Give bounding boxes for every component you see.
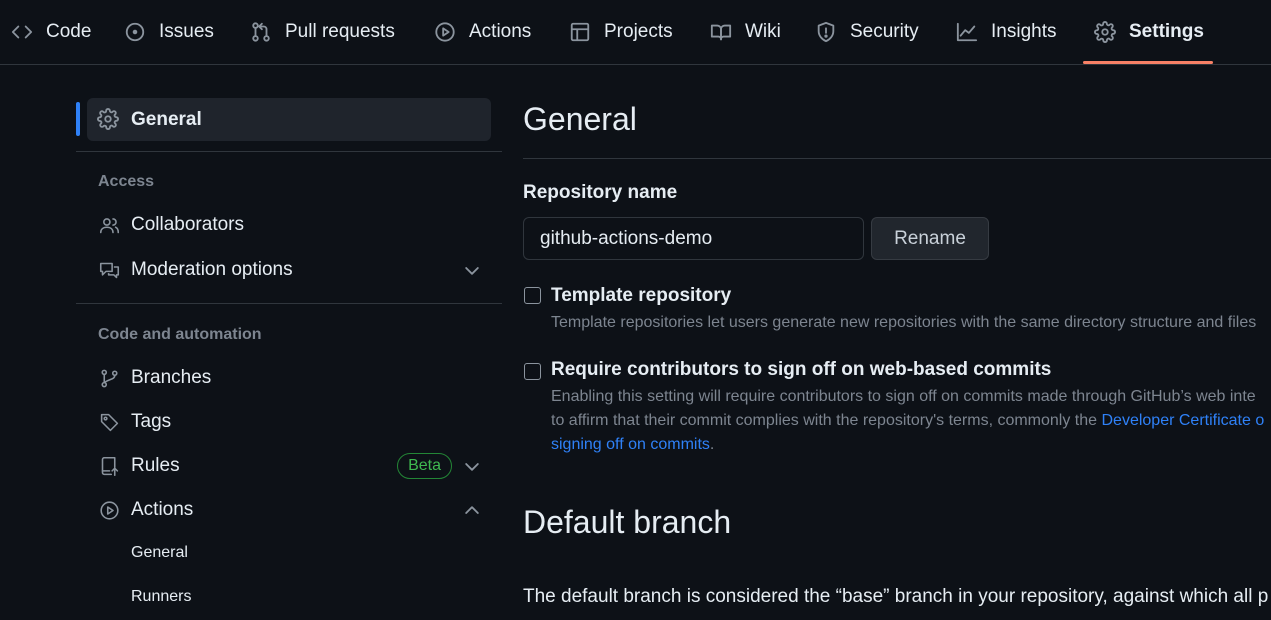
sidebar-item-branches-label: Branches <box>131 367 212 388</box>
tab-pull-requests[interactable]: Pull requests <box>249 0 395 64</box>
issue-opened-icon <box>123 20 147 44</box>
tab-issues[interactable]: Issues <box>123 0 214 64</box>
sidebar-divider <box>76 151 502 152</box>
sidebar-item-branches[interactable]: Branches <box>98 360 482 396</box>
sidebar-subitem-actions-runners[interactable]: Runners <box>131 588 191 606</box>
sidebar-item-collaborators[interactable]: Collaborators <box>98 207 482 243</box>
tab-actions-label: Actions <box>469 21 532 42</box>
git-branch-icon <box>98 367 120 389</box>
sidebar-divider <box>76 303 502 304</box>
tab-issues-label: Issues <box>159 21 214 42</box>
repo-name-input[interactable] <box>523 217 864 260</box>
tab-wiki[interactable]: Wiki <box>709 0 781 64</box>
signoff-checkbox[interactable] <box>524 363 541 380</box>
sidebar-item-collaborators-label: Collaborators <box>131 214 244 235</box>
signoff-desc-line3: signing off on commits. <box>551 433 714 458</box>
tab-actions[interactable]: Actions <box>433 0 531 64</box>
sidebar-item-rules-label: Rules <box>131 455 180 476</box>
table-icon <box>568 20 592 44</box>
title-divider <box>523 158 1271 159</box>
sidebar-item-moderation[interactable]: Moderation options <box>98 252 482 288</box>
tab-projects[interactable]: Projects <box>568 0 673 64</box>
sidebar-item-tags-label: Tags <box>131 411 172 432</box>
git-pull-request-icon <box>249 20 273 44</box>
sidebar-item-general-label: General <box>131 108 202 130</box>
play-icon <box>433 20 457 44</box>
settings-main: General Repository name Rename Template … <box>523 65 1271 620</box>
sidebar-heading-access: Access <box>98 173 155 190</box>
signoff-title: Require contributors to sign off on web-… <box>551 359 1052 380</box>
template-repository-title: Template repository <box>551 285 732 306</box>
chevron-down-icon[interactable] <box>462 260 482 280</box>
people-icon <box>98 214 120 236</box>
tab-security[interactable]: Security <box>814 0 919 64</box>
gear-icon <box>1093 20 1117 44</box>
signoff-desc-line3-text: . <box>709 436 715 453</box>
page-title: General <box>523 101 637 137</box>
tab-insights-label: Insights <box>991 21 1057 42</box>
chevron-up-icon[interactable] <box>462 500 482 520</box>
beta-badge: Beta <box>397 453 452 479</box>
repo-nav: Code Issues Pull requests Actions Projec… <box>0 0 1271 65</box>
play-icon <box>98 499 120 521</box>
tab-code-label: Code <box>46 21 92 42</box>
repo-push-icon <box>98 455 120 477</box>
default-branch-desc: The default branch is considered the “ba… <box>523 586 1269 607</box>
settings-sidebar: General Access Collaborators Moderation … <box>76 65 502 620</box>
sidebar-item-actions[interactable]: Actions <box>98 492 482 528</box>
repo-name-label: Repository name <box>523 182 678 203</box>
tag-icon <box>98 411 120 433</box>
gear-icon <box>97 107 121 132</box>
signoff-desc-line2-text: to affirm that their commit complies wit… <box>551 412 1102 429</box>
graph-icon <box>955 20 979 44</box>
tab-code[interactable]: Code <box>10 0 91 64</box>
sidebar-heading-code-automation: Code and automation <box>98 326 262 343</box>
tab-settings-label: Settings <box>1129 21 1204 42</box>
signoff-desc-line2: to affirm that their commit complies wit… <box>551 409 1264 434</box>
shield-icon <box>814 20 838 44</box>
sidebar-item-moderation-label: Moderation options <box>131 259 293 280</box>
comment-discussion-icon <box>98 259 120 281</box>
tab-projects-label: Projects <box>604 21 673 42</box>
rename-button[interactable]: Rename <box>871 217 989 260</box>
sidebar-item-rules[interactable]: Rules Beta <box>98 448 482 484</box>
chevron-down-icon[interactable] <box>462 456 482 476</box>
active-tab-indicator <box>1083 61 1213 64</box>
active-item-indicator <box>76 102 80 136</box>
signoff-desc-line1: Enabling this setting will require contr… <box>551 388 1256 405</box>
tab-settings[interactable]: Settings <box>1093 0 1204 64</box>
sidebar-subitem-actions-general[interactable]: General <box>131 544 188 562</box>
template-repository-checkbox[interactable] <box>524 287 541 304</box>
signing-off-link[interactable]: signing off on commits <box>551 436 710 453</box>
tab-insights[interactable]: Insights <box>955 0 1056 64</box>
template-repository-desc: Template repositories let users generate… <box>551 314 1257 331</box>
tab-security-label: Security <box>850 21 919 42</box>
sidebar-item-actions-label: Actions <box>131 499 194 520</box>
book-icon <box>709 20 733 44</box>
sidebar-item-general[interactable]: General <box>87 98 491 141</box>
code-icon <box>10 20 34 44</box>
developer-certificate-link[interactable]: Developer Certificate o <box>1102 412 1265 429</box>
default-branch-title: Default branch <box>523 504 732 540</box>
tab-wiki-label: Wiki <box>745 21 781 42</box>
tab-pull-requests-label: Pull requests <box>285 21 395 42</box>
sidebar-item-tags[interactable]: Tags <box>98 404 482 440</box>
